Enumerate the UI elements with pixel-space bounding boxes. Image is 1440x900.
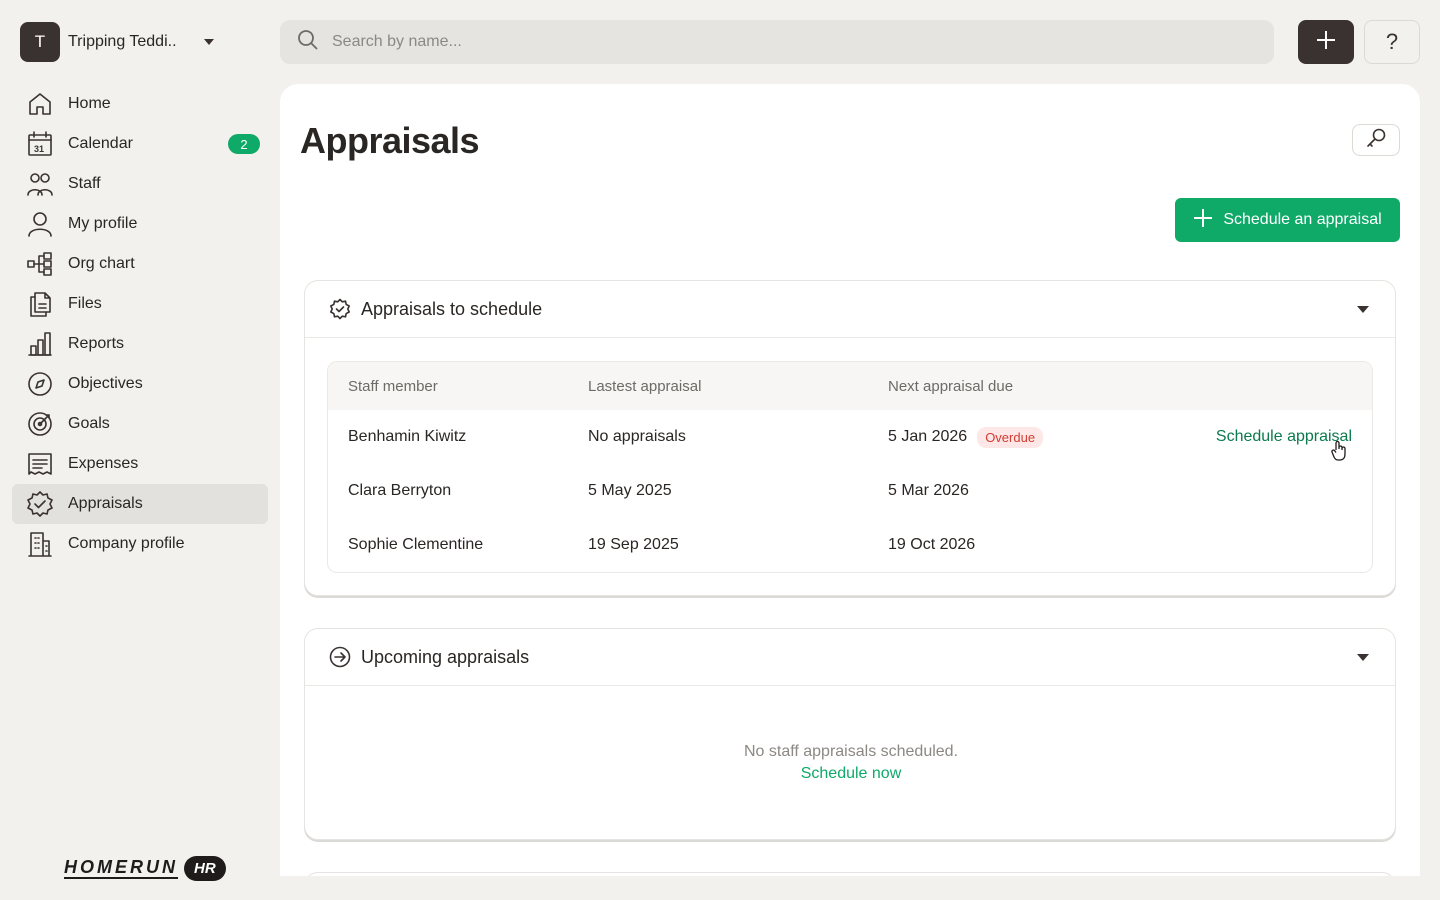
- panel-header[interactable]: Appraisals to schedule: [305, 281, 1395, 338]
- bar-chart-icon: [26, 330, 54, 358]
- staff-name: Sophie Clementine: [348, 536, 484, 553]
- sidebar-item-staff[interactable]: Staff: [12, 164, 268, 204]
- latest-appraisal: No appraisals: [588, 428, 686, 445]
- compass-icon: [26, 370, 54, 398]
- sidebar-item-org-chart[interactable]: Org chart: [12, 244, 268, 284]
- chevron-down-icon[interactable]: [1357, 306, 1369, 313]
- search-bar[interactable]: [280, 20, 1274, 64]
- svg-text:31: 31: [34, 144, 44, 154]
- calendar-count-badge: 2: [228, 134, 260, 154]
- schedule-now-link[interactable]: Schedule now: [305, 765, 1397, 783]
- sidebar-item-label: Staff: [68, 175, 101, 192]
- sidebar-item-files[interactable]: Files: [12, 284, 268, 324]
- next-appraisal-due: 5 Mar 2026: [888, 482, 969, 499]
- plus-icon: [1193, 208, 1223, 233]
- table-row: Benhamin Kiwitz No appraisals 5 Jan 2026…: [328, 410, 1372, 464]
- receipt-icon: [26, 450, 54, 478]
- sidebar-item-label: Org chart: [68, 255, 135, 272]
- plus-icon: [1315, 29, 1337, 56]
- org-name: Tripping Teddi..: [68, 33, 177, 50]
- main-nav: Home 31 Calendar 2 Staff My profile Org …: [12, 84, 268, 564]
- chevron-down-icon: [204, 39, 214, 45]
- sidebar-item-my-profile[interactable]: My profile: [12, 204, 268, 244]
- sidebar-item-label: Reports: [68, 335, 125, 352]
- org-avatar: T: [20, 22, 60, 62]
- key-icon: [1365, 127, 1387, 154]
- building-icon: [26, 530, 54, 558]
- home-icon: [26, 90, 54, 118]
- sidebar-item-expenses[interactable]: Expenses: [12, 444, 268, 484]
- next-panel: [304, 872, 1396, 876]
- panel-title: Appraisals to schedule: [361, 298, 543, 319]
- brand-hr-badge: HR: [184, 856, 226, 881]
- appraisals-to-schedule-panel: Appraisals to schedule Staff member Last…: [304, 280, 1396, 596]
- hand-cursor-icon: [1330, 440, 1348, 467]
- appraisals-table: Staff member Lastest appraisal Next appr…: [327, 361, 1373, 573]
- sidebar-item-home[interactable]: Home: [12, 84, 268, 124]
- files-icon: [26, 290, 54, 318]
- button-label: Schedule an appraisal: [1223, 211, 1382, 228]
- staff-name: Clara Berryton: [348, 482, 452, 499]
- brand-wordmark: HOMERUN: [64, 857, 178, 879]
- add-button[interactable]: [1298, 20, 1354, 64]
- org-switcher[interactable]: T Tripping Teddi..: [20, 22, 230, 62]
- permissions-button[interactable]: [1352, 124, 1400, 156]
- staff-icon: [26, 170, 54, 198]
- next-appraisal-due: 5 Jan 2026 Overdue: [888, 426, 1044, 448]
- schedule-appraisal-button[interactable]: Schedule an appraisal: [1175, 198, 1400, 242]
- staff-name: Benhamin Kiwitz: [348, 428, 467, 445]
- sidebar-item-label: Objectives: [68, 375, 143, 392]
- chevron-down-icon[interactable]: [1357, 654, 1369, 661]
- due-date: 5 Jan 2026: [888, 428, 968, 445]
- column-header: Next appraisal due: [888, 377, 1014, 395]
- main-content: Appraisals Schedule an appraisal Apprais…: [280, 84, 1420, 876]
- sidebar-item-objectives[interactable]: Objectives: [12, 364, 268, 404]
- sidebar-item-calendar[interactable]: 31 Calendar 2: [12, 124, 268, 164]
- sidebar: T Tripping Teddi.. Home 31 Calendar 2 St…: [0, 0, 280, 900]
- sidebar-item-label: Goals: [68, 415, 110, 432]
- column-header: Lastest appraisal: [588, 377, 702, 395]
- badge-check-icon: [26, 490, 54, 518]
- target-icon: [26, 410, 54, 438]
- latest-appraisal: 19 Sep 2025: [588, 536, 679, 553]
- arrow-right-circle-icon: [329, 646, 351, 668]
- search-icon: [296, 28, 320, 57]
- sidebar-item-label: Appraisals: [68, 495, 143, 512]
- page-title: Appraisals: [300, 120, 480, 161]
- sidebar-item-label: My profile: [68, 215, 138, 232]
- column-header: Staff member: [348, 377, 438, 395]
- calendar-icon: 31: [26, 130, 54, 158]
- table-row: Clara Berryton 5 May 2025 5 Mar 2026: [328, 464, 1372, 518]
- upcoming-appraisals-panel: Upcoming appraisals No staff appraisals …: [304, 628, 1396, 840]
- search-input[interactable]: [332, 33, 1132, 51]
- brand-logo: HOMERUN HR: [64, 856, 226, 881]
- sidebar-item-label: Files: [68, 295, 102, 312]
- sidebar-item-appraisals[interactable]: Appraisals: [12, 484, 268, 524]
- latest-appraisal: 5 May 2025: [588, 482, 672, 499]
- sidebar-item-label: Expenses: [68, 455, 139, 472]
- sidebar-item-label: Home: [68, 95, 111, 112]
- panel-title: Upcoming appraisals: [361, 646, 530, 667]
- next-appraisal-due: 19 Oct 2026: [888, 536, 976, 553]
- sidebar-item-label: Calendar: [68, 135, 133, 152]
- table-row: Sophie Clementine 19 Sep 2025 19 Oct 202…: [328, 518, 1372, 572]
- sidebar-item-goals[interactable]: Goals: [12, 404, 268, 444]
- sidebar-item-label: Company profile: [68, 535, 185, 552]
- empty-state-text: No staff appraisals scheduled.: [743, 743, 959, 760]
- table-header: Staff member Lastest appraisal Next appr…: [328, 362, 1372, 410]
- org-chart-icon: [26, 250, 54, 278]
- panel-header[interactable]: Upcoming appraisals: [305, 629, 1395, 686]
- status-badge: Overdue: [977, 426, 1044, 448]
- sidebar-item-reports[interactable]: Reports: [12, 324, 268, 364]
- help-button[interactable]: ?: [1364, 20, 1420, 64]
- badge-check-icon: [330, 298, 350, 320]
- sidebar-item-company-profile[interactable]: Company profile: [12, 524, 268, 564]
- user-icon: [26, 210, 54, 238]
